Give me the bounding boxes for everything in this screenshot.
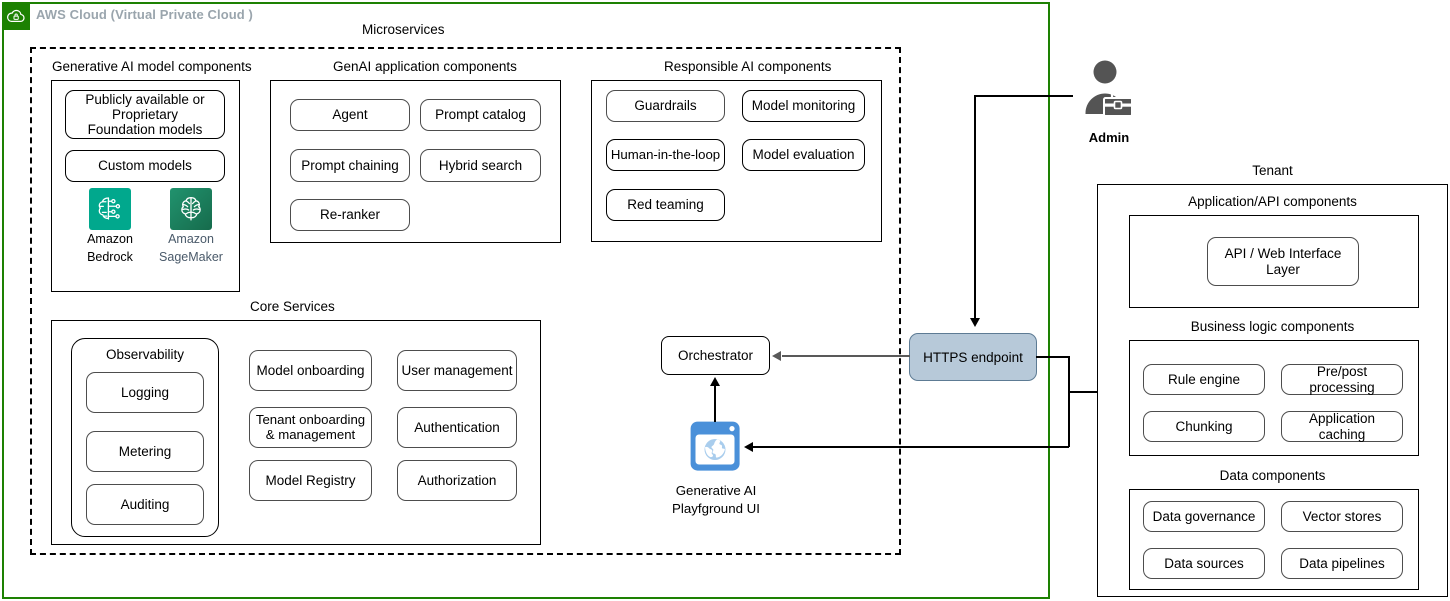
chip-data-pipelines[interactable]: Data pipelines [1281,548,1403,579]
chip-model-onboarding[interactable]: Model onboarding [249,350,372,391]
browser-globe-icon[interactable] [689,420,742,473]
chip-human-in-the-loop[interactable]: Human-in-the-loop [606,139,725,171]
business-logic-components-label: Business logic components [1190,319,1355,334]
amazon-bedrock-service[interactable]: Amazon Bedrock [78,188,142,266]
chip-prompt-catalog[interactable]: Prompt catalog [420,99,541,131]
observability-label: Observability [105,347,185,362]
genai-model-components-label: Generative AI model components [52,59,252,74]
connector-admin-horizontal [974,95,1073,97]
chip-user-management[interactable]: User management [397,350,517,391]
chip-custom-models[interactable]: Custom models [65,150,225,182]
chip-tenant-onboarding[interactable]: Tenant onboarding & management [249,407,372,448]
https-endpoint-node[interactable]: HTTPS endpoint [909,333,1037,381]
data-components-label: Data components [1219,468,1326,483]
chip-application-caching[interactable]: Application caching [1281,411,1403,442]
amazon-bedrock-label: Amazon Bedrock [87,232,133,264]
chip-metering[interactable]: Metering [86,431,204,472]
connector-endpoint-orchestrator [782,355,910,357]
chip-model-monitoring[interactable]: Model monitoring [742,90,865,122]
application-api-components-label: Application/API components [1188,194,1357,209]
chip-authorization[interactable]: Authorization [397,460,517,501]
chip-hybrid-search[interactable]: Hybrid search [420,149,541,182]
chip-authentication[interactable]: Authentication [397,407,517,448]
microservices-label: Microservices [362,22,445,37]
chip-agent[interactable]: Agent [290,99,410,131]
connector-tenant-return-vertical [1068,391,1070,447]
connector-tenant-playground-arrowhead [744,442,753,452]
vpc-cloud-lock-icon [2,2,30,30]
core-services-label: Core Services [250,299,335,314]
chip-pre-post-processing[interactable]: Pre/post processing [1281,364,1403,395]
chip-rule-engine[interactable]: Rule engine [1143,364,1265,395]
chip-foundation-models[interactable]: Publicly available or Proprietary Founda… [65,90,225,139]
connector-admin-vertical [974,95,976,319]
tenant-label: Tenant [1252,163,1293,178]
chip-re-ranker[interactable]: Re-ranker [290,199,410,231]
chip-vector-stores[interactable]: Vector stores [1281,501,1403,532]
genai-application-components-label: GenAI application components [333,59,517,74]
amazon-sagemaker-service[interactable]: Amazon SageMaker [158,188,224,266]
connector-playground-orchestrator-arrowhead [710,377,720,386]
connector-playground-orchestrator [714,386,716,422]
connector-tenant-playground [753,446,1069,448]
chip-model-registry[interactable]: Model Registry [249,460,372,501]
chip-data-governance[interactable]: Data governance [1143,501,1265,532]
chip-prompt-chaining[interactable]: Prompt chaining [290,149,410,182]
amazon-sagemaker-label: Amazon SageMaker [159,232,223,264]
responsible-ai-components-label: Responsible AI components [664,59,832,74]
chip-guardrails[interactable]: Guardrails [606,90,725,122]
vpc-title: AWS Cloud (Virtual Private Cloud ) [36,7,253,22]
chip-data-sources[interactable]: Data sources [1143,548,1265,579]
amazon-sagemaker-icon [170,188,212,230]
chip-auditing[interactable]: Auditing [86,484,204,525]
connector-endpoint-orchestrator-arrowhead [772,351,781,361]
admin-label: Admin [1088,130,1130,145]
chip-red-teaming[interactable]: Red teaming [606,189,725,221]
chip-logging[interactable]: Logging [86,372,204,413]
admin-person-toolbox-icon [1083,58,1133,120]
chip-model-evaluation[interactable]: Model evaluation [742,139,865,171]
chip-api-web-interface-layer[interactable]: API / Web Interface Layer [1207,237,1359,286]
amazon-bedrock-icon [89,188,131,230]
connector-admin-arrowhead [970,318,980,327]
connector-endpoint-tenant [1068,391,1098,393]
connector-endpoint-right-vertical [1068,356,1070,392]
connector-endpoint-right-top [1036,356,1070,358]
playground-ui-label: Generative AI Playfground UI [672,483,760,516]
diagram-canvas: AWS Cloud (Virtual Private Cloud ) Micro… [0,0,1450,601]
orchestrator-node[interactable]: Orchestrator [661,336,770,375]
chip-chunking[interactable]: Chunking [1143,411,1265,442]
